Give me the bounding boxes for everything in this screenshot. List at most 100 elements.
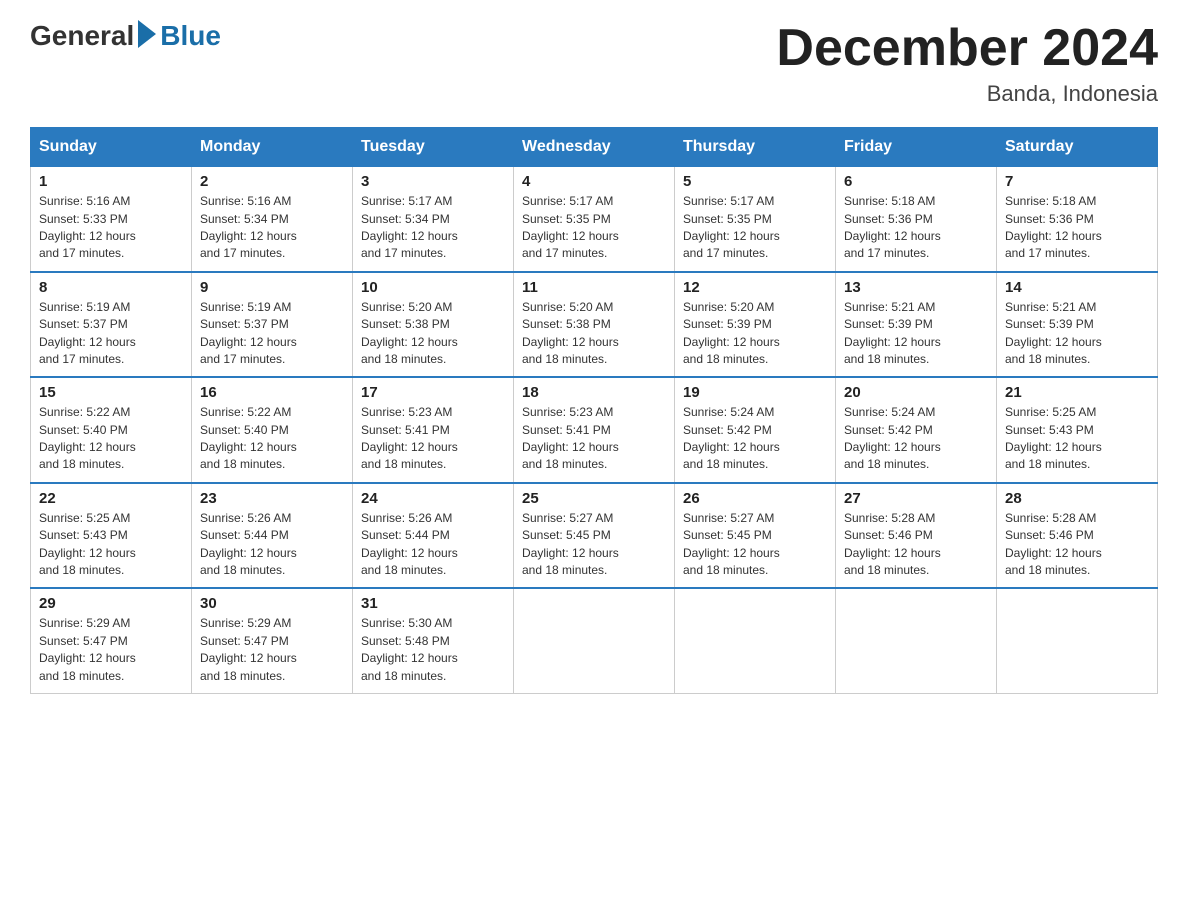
day-number: 21 — [1005, 384, 1149, 401]
day-number: 13 — [844, 279, 988, 296]
day-cell: 22 Sunrise: 5:25 AM Sunset: 5:43 PM Dayl… — [31, 483, 192, 589]
location-text: Banda, Indonesia — [776, 81, 1158, 107]
day-cell: 14 Sunrise: 5:21 AM Sunset: 5:39 PM Dayl… — [997, 272, 1158, 378]
day-number: 8 — [39, 279, 183, 296]
day-info: Sunrise: 5:17 AM Sunset: 5:35 PM Dayligh… — [522, 193, 666, 263]
day-number: 6 — [844, 173, 988, 190]
day-cell: 16 Sunrise: 5:22 AM Sunset: 5:40 PM Dayl… — [192, 377, 353, 483]
day-number: 15 — [39, 384, 183, 401]
day-number: 9 — [200, 279, 344, 296]
day-info: Sunrise: 5:29 AM Sunset: 5:47 PM Dayligh… — [39, 615, 183, 685]
day-info: Sunrise: 5:26 AM Sunset: 5:44 PM Dayligh… — [200, 510, 344, 580]
day-cell: 9 Sunrise: 5:19 AM Sunset: 5:37 PM Dayli… — [192, 272, 353, 378]
day-cell: 4 Sunrise: 5:17 AM Sunset: 5:35 PM Dayli… — [514, 167, 675, 272]
day-number: 4 — [522, 173, 666, 190]
day-info: Sunrise: 5:20 AM Sunset: 5:38 PM Dayligh… — [522, 299, 666, 369]
day-info: Sunrise: 5:20 AM Sunset: 5:39 PM Dayligh… — [683, 299, 827, 369]
day-info: Sunrise: 5:17 AM Sunset: 5:35 PM Dayligh… — [683, 193, 827, 263]
day-cell: 8 Sunrise: 5:19 AM Sunset: 5:37 PM Dayli… — [31, 272, 192, 378]
day-cell: 13 Sunrise: 5:21 AM Sunset: 5:39 PM Dayl… — [836, 272, 997, 378]
day-info: Sunrise: 5:27 AM Sunset: 5:45 PM Dayligh… — [522, 510, 666, 580]
day-number: 17 — [361, 384, 505, 401]
day-info: Sunrise: 5:17 AM Sunset: 5:34 PM Dayligh… — [361, 193, 505, 263]
header-cell-saturday: Saturday — [997, 128, 1158, 167]
day-number: 22 — [39, 490, 183, 507]
day-cell: 25 Sunrise: 5:27 AM Sunset: 5:45 PM Dayl… — [514, 483, 675, 589]
calendar-table: SundayMondayTuesdayWednesdayThursdayFrid… — [30, 127, 1158, 694]
day-number: 26 — [683, 490, 827, 507]
day-cell: 15 Sunrise: 5:22 AM Sunset: 5:40 PM Dayl… — [31, 377, 192, 483]
week-row-4: 22 Sunrise: 5:25 AM Sunset: 5:43 PM Dayl… — [31, 483, 1158, 589]
day-number: 5 — [683, 173, 827, 190]
calendar-header: SundayMondayTuesdayWednesdayThursdayFrid… — [31, 128, 1158, 167]
day-cell — [997, 588, 1158, 693]
day-cell: 30 Sunrise: 5:29 AM Sunset: 5:47 PM Dayl… — [192, 588, 353, 693]
day-info: Sunrise: 5:19 AM Sunset: 5:37 PM Dayligh… — [39, 299, 183, 369]
header-cell-wednesday: Wednesday — [514, 128, 675, 167]
day-info: Sunrise: 5:18 AM Sunset: 5:36 PM Dayligh… — [844, 193, 988, 263]
day-info: Sunrise: 5:24 AM Sunset: 5:42 PM Dayligh… — [683, 404, 827, 474]
header-cell-sunday: Sunday — [31, 128, 192, 167]
day-cell: 21 Sunrise: 5:25 AM Sunset: 5:43 PM Dayl… — [997, 377, 1158, 483]
day-number: 25 — [522, 490, 666, 507]
day-cell: 3 Sunrise: 5:17 AM Sunset: 5:34 PM Dayli… — [353, 167, 514, 272]
day-number: 24 — [361, 490, 505, 507]
day-number: 10 — [361, 279, 505, 296]
day-number: 18 — [522, 384, 666, 401]
day-cell: 31 Sunrise: 5:30 AM Sunset: 5:48 PM Dayl… — [353, 588, 514, 693]
day-number: 28 — [1005, 490, 1149, 507]
day-number: 11 — [522, 279, 666, 296]
day-info: Sunrise: 5:30 AM Sunset: 5:48 PM Dayligh… — [361, 615, 505, 685]
day-cell: 26 Sunrise: 5:27 AM Sunset: 5:45 PM Dayl… — [675, 483, 836, 589]
day-info: Sunrise: 5:25 AM Sunset: 5:43 PM Dayligh… — [39, 510, 183, 580]
day-info: Sunrise: 5:25 AM Sunset: 5:43 PM Dayligh… — [1005, 404, 1149, 474]
day-info: Sunrise: 5:22 AM Sunset: 5:40 PM Dayligh… — [39, 404, 183, 474]
day-number: 14 — [1005, 279, 1149, 296]
week-row-2: 8 Sunrise: 5:19 AM Sunset: 5:37 PM Dayli… — [31, 272, 1158, 378]
day-cell: 18 Sunrise: 5:23 AM Sunset: 5:41 PM Dayl… — [514, 377, 675, 483]
day-info: Sunrise: 5:23 AM Sunset: 5:41 PM Dayligh… — [361, 404, 505, 474]
day-cell: 29 Sunrise: 5:29 AM Sunset: 5:47 PM Dayl… — [31, 588, 192, 693]
day-number: 12 — [683, 279, 827, 296]
day-cell: 7 Sunrise: 5:18 AM Sunset: 5:36 PM Dayli… — [997, 167, 1158, 272]
day-info: Sunrise: 5:26 AM Sunset: 5:44 PM Dayligh… — [361, 510, 505, 580]
day-cell: 1 Sunrise: 5:16 AM Sunset: 5:33 PM Dayli… — [31, 167, 192, 272]
day-number: 16 — [200, 384, 344, 401]
week-row-5: 29 Sunrise: 5:29 AM Sunset: 5:47 PM Dayl… — [31, 588, 1158, 693]
day-number: 1 — [39, 173, 183, 190]
day-cell: 27 Sunrise: 5:28 AM Sunset: 5:46 PM Dayl… — [836, 483, 997, 589]
day-info: Sunrise: 5:28 AM Sunset: 5:46 PM Dayligh… — [1005, 510, 1149, 580]
week-row-3: 15 Sunrise: 5:22 AM Sunset: 5:40 PM Dayl… — [31, 377, 1158, 483]
day-info: Sunrise: 5:19 AM Sunset: 5:37 PM Dayligh… — [200, 299, 344, 369]
day-info: Sunrise: 5:16 AM Sunset: 5:33 PM Dayligh… — [39, 193, 183, 263]
calendar-body: 1 Sunrise: 5:16 AM Sunset: 5:33 PM Dayli… — [31, 167, 1158, 694]
logo-general-text: General — [30, 20, 134, 52]
day-cell: 2 Sunrise: 5:16 AM Sunset: 5:34 PM Dayli… — [192, 167, 353, 272]
day-cell: 5 Sunrise: 5:17 AM Sunset: 5:35 PM Dayli… — [675, 167, 836, 272]
day-number: 7 — [1005, 173, 1149, 190]
day-info: Sunrise: 5:16 AM Sunset: 5:34 PM Dayligh… — [200, 193, 344, 263]
day-info: Sunrise: 5:24 AM Sunset: 5:42 PM Dayligh… — [844, 404, 988, 474]
day-info: Sunrise: 5:18 AM Sunset: 5:36 PM Dayligh… — [1005, 193, 1149, 263]
day-cell: 24 Sunrise: 5:26 AM Sunset: 5:44 PM Dayl… — [353, 483, 514, 589]
day-info: Sunrise: 5:21 AM Sunset: 5:39 PM Dayligh… — [844, 299, 988, 369]
day-number: 29 — [39, 595, 183, 612]
day-cell: 19 Sunrise: 5:24 AM Sunset: 5:42 PM Dayl… — [675, 377, 836, 483]
logo: General Blue — [30, 20, 221, 52]
header-cell-friday: Friday — [836, 128, 997, 167]
day-cell — [514, 588, 675, 693]
logo-top: General Blue — [30, 20, 221, 52]
day-number: 19 — [683, 384, 827, 401]
header-row: SundayMondayTuesdayWednesdayThursdayFrid… — [31, 128, 1158, 167]
day-cell: 28 Sunrise: 5:28 AM Sunset: 5:46 PM Dayl… — [997, 483, 1158, 589]
day-cell — [675, 588, 836, 693]
day-cell: 12 Sunrise: 5:20 AM Sunset: 5:39 PM Dayl… — [675, 272, 836, 378]
day-number: 31 — [361, 595, 505, 612]
day-number: 23 — [200, 490, 344, 507]
month-title: December 2024 — [776, 20, 1158, 77]
day-number: 20 — [844, 384, 988, 401]
day-cell: 23 Sunrise: 5:26 AM Sunset: 5:44 PM Dayl… — [192, 483, 353, 589]
day-cell: 20 Sunrise: 5:24 AM Sunset: 5:42 PM Dayl… — [836, 377, 997, 483]
day-info: Sunrise: 5:20 AM Sunset: 5:38 PM Dayligh… — [361, 299, 505, 369]
week-row-1: 1 Sunrise: 5:16 AM Sunset: 5:33 PM Dayli… — [31, 167, 1158, 272]
